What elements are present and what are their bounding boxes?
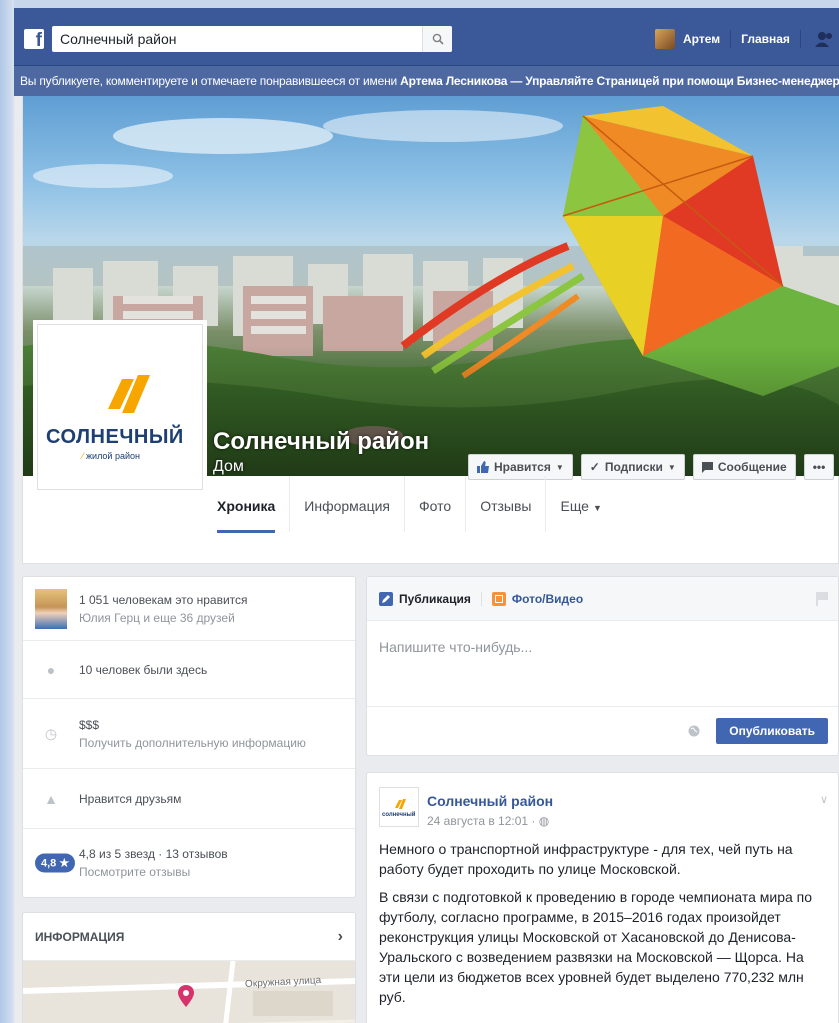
post-author[interactable]: Солнечный район bbox=[427, 793, 553, 809]
search-icon bbox=[432, 33, 444, 45]
caret-down-icon: ▼ bbox=[555, 462, 564, 472]
page-tabs: Хроника Информация Фото Отзывы Еще ▼ bbox=[203, 476, 616, 564]
tab-more-label: Еще bbox=[560, 498, 589, 514]
follow-button-label: Подписки bbox=[604, 460, 663, 474]
thumbs-up-icon: ▲ bbox=[44, 790, 58, 807]
user-name-link[interactable]: Артем bbox=[683, 32, 730, 46]
friend-avatar[interactable] bbox=[35, 589, 67, 629]
page-header: СОЛНЕЧНЫЙ ⁄ жилой район Солнечный район … bbox=[22, 96, 839, 564]
location-pin-icon: ● bbox=[46, 661, 56, 678]
post-paragraph-1: Немного о транспортной инфраструктуре - … bbox=[379, 841, 793, 877]
business-manager-notice: Вы публикуете, комментируете и отмечаете… bbox=[14, 66, 839, 96]
page-stats-card: 1 051 человекам это нравится Юлия Герц и… bbox=[22, 576, 356, 898]
friends-like-row[interactable]: ▲ Нравится друзьям bbox=[23, 769, 355, 829]
checkins-row: ● 10 человек были здесь bbox=[23, 641, 355, 699]
rating-summary[interactable]: 4,8 из 5 звезд · 13 отзывов bbox=[79, 845, 355, 863]
more-dots-icon: ••• bbox=[812, 460, 826, 474]
top-navigation-bar: f Артем Главная bbox=[14, 8, 839, 66]
rating-badge: 4,8 ★ bbox=[35, 853, 76, 873]
likes-count[interactable]: 1 051 человекам это нравится bbox=[79, 591, 355, 609]
notice-user-link[interactable]: Артема Лесникова bbox=[400, 74, 507, 88]
globe-icon: ◍ bbox=[538, 814, 550, 828]
logo-wordmark: СОЛНЕЧНЫЙ bbox=[46, 426, 184, 448]
post-author-avatar[interactable]: солнечный bbox=[379, 787, 419, 827]
friends-like-label[interactable]: Нравится друзьям bbox=[79, 790, 355, 808]
user-avatar[interactable] bbox=[655, 29, 675, 49]
notice-text-start: Вы публикуете, комментируете и отмечаете… bbox=[20, 74, 401, 88]
search-button[interactable] bbox=[422, 26, 452, 52]
composer-tab-post-label: Публикация bbox=[399, 591, 471, 606]
composer-tabs: Публикация Фото/Видео bbox=[367, 577, 838, 621]
likes-row[interactable]: 1 051 человекам это нравится Юлия Герц и… bbox=[23, 577, 355, 641]
tab-reviews[interactable]: Отзывы bbox=[466, 476, 547, 532]
like-button-label: Нравится bbox=[494, 460, 551, 474]
more-info-link[interactable]: Получить дополнительную информацию bbox=[79, 734, 355, 752]
thumbs-up-icon bbox=[477, 461, 489, 473]
friends-like-summary[interactable]: Юлия Герц и еще 36 друзей bbox=[79, 609, 355, 627]
home-link[interactable]: Главная bbox=[731, 32, 800, 46]
more-options-button[interactable]: ••• bbox=[803, 454, 835, 480]
tab-more[interactable]: Еще ▼ bbox=[546, 476, 615, 532]
post-avatar-wordmark: солнечный bbox=[382, 812, 416, 818]
rating-row[interactable]: 4,8 ★ 4,8 из 5 звезд · 13 отзывов Посмот… bbox=[23, 829, 355, 897]
message-button-label: Сообщение bbox=[717, 460, 787, 474]
info-header-label: ИНФОРМАЦИЯ bbox=[35, 929, 125, 944]
composer-tab-photo[interactable]: Фото/Видео bbox=[480, 591, 593, 606]
profile-picture[interactable]: СОЛНЕЧНЫЙ ⁄ жилой район bbox=[37, 324, 203, 490]
composer-input[interactable]: Напишите что-нибудь... bbox=[367, 621, 838, 707]
composer-tab-photo-label: Фото/Видео bbox=[511, 591, 584, 606]
price-range: $$$ bbox=[79, 717, 100, 732]
photo-icon bbox=[491, 591, 506, 606]
map-pin-icon bbox=[178, 985, 194, 1007]
info-card: ИНФОРМАЦИЯ › Окружная улица bbox=[22, 912, 356, 1023]
tab-timeline[interactable]: Хроника bbox=[203, 476, 291, 533]
post-header: солнечный Солнечный район 24 августа в 1… bbox=[367, 773, 838, 839]
price-row: ◷ $$$ Получить дополнительную информацию bbox=[23, 699, 355, 769]
search-input[interactable] bbox=[52, 31, 412, 47]
page-category[interactable]: Дом bbox=[213, 458, 244, 476]
composer-footer: Опубликовать bbox=[367, 707, 838, 755]
caret-down-icon: ▼ bbox=[667, 462, 676, 472]
solnechny-logo-icon bbox=[108, 375, 150, 413]
timeline-post: солнечный Солнечный район 24 августа в 1… bbox=[366, 772, 839, 1023]
checkmark-icon: ✓ bbox=[589, 460, 600, 474]
clock-icon: ◷ bbox=[44, 725, 58, 741]
publish-button[interactable]: Опубликовать bbox=[716, 718, 828, 744]
business-manager-link[interactable]: — Управляйте Страницей при помощи Бизнес… bbox=[507, 74, 839, 88]
post-composer: Публикация Фото/Видео Напишите что-нибуд… bbox=[366, 576, 839, 756]
search-box bbox=[52, 26, 452, 52]
chevron-right-icon: › bbox=[337, 927, 343, 945]
checkins-count: 10 человек были здесь bbox=[79, 662, 208, 677]
info-header[interactable]: ИНФОРМАЦИЯ › bbox=[23, 913, 355, 961]
pencil-icon bbox=[379, 591, 393, 606]
globe-icon[interactable] bbox=[688, 725, 700, 737]
tab-photos[interactable]: Фото bbox=[405, 476, 467, 532]
page-title[interactable]: Солнечный район bbox=[213, 428, 429, 456]
logo-subtitle: ⁄ жилой район bbox=[82, 451, 140, 461]
window-top-edge bbox=[0, 0, 839, 8]
see-reviews-link[interactable]: Посмотрите отзывы bbox=[79, 863, 355, 881]
composer-tab-post[interactable]: Публикация bbox=[379, 591, 481, 606]
message-button[interactable]: Сообщение bbox=[692, 454, 796, 480]
divider bbox=[799, 30, 801, 48]
friend-requests-icon[interactable] bbox=[814, 30, 835, 48]
caret-down-icon: ▼ bbox=[592, 503, 602, 513]
flag-icon[interactable] bbox=[816, 592, 828, 606]
facebook-logo-icon[interactable]: f bbox=[24, 29, 44, 49]
logo-subtitle-text: жилой район bbox=[86, 451, 140, 461]
post-time-text: 24 августа в 12:01 · bbox=[427, 814, 539, 828]
window-left-edge bbox=[0, 0, 14, 1023]
logo-mark-small-icon: ⁄ bbox=[82, 451, 84, 461]
post-paragraph-2: В связи с подготовкой к проведению в гор… bbox=[379, 889, 813, 1005]
post-timestamp[interactable]: 24 августа в 12:01 · ◍ bbox=[427, 814, 549, 828]
tab-about[interactable]: Информация bbox=[290, 476, 406, 532]
top-user-area: Артем Главная bbox=[655, 25, 835, 53]
message-icon bbox=[701, 461, 713, 473]
location-map[interactable]: Окружная улица bbox=[23, 961, 355, 1023]
chevron-down-icon[interactable]: ∨ bbox=[820, 793, 828, 806]
solnechny-logo-icon bbox=[395, 799, 406, 809]
